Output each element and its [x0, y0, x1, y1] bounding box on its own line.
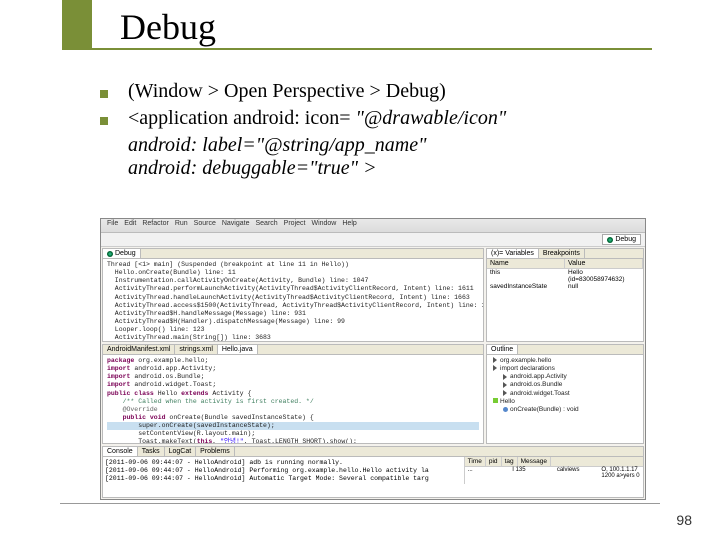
editor-tab[interactable]: Hello.java [218, 345, 258, 354]
editor-panel: AndroidManifest.xmlstrings.xmlHello.java… [102, 344, 484, 444]
outline-item[interactable]: android.os.Bundle [491, 381, 639, 389]
bug-icon [107, 251, 113, 257]
editor-tabs: AndroidManifest.xmlstrings.xmlHello.java [103, 345, 483, 355]
logcat-msg: O, 100.1.1.17 1200 a>yers 0 [598, 467, 643, 479]
outline-tree[interactable]: org.example.helloimport declarationsandr… [487, 355, 643, 443]
outline-panel: Outline org.example.helloimport declarat… [486, 344, 644, 444]
bullet-icon [100, 117, 108, 125]
outline-item[interactable]: android.app.Activity [491, 373, 639, 381]
menu-refactor[interactable]: Refactor [142, 220, 168, 231]
bullet-icon [100, 90, 108, 98]
console-output[interactable]: [2011-09-06 09:44:07 - HelloAndroid] adb… [103, 457, 464, 484]
menu-run[interactable]: Run [175, 220, 188, 231]
editor-tab[interactable]: strings.xml [175, 345, 217, 354]
tab-variables[interactable]: (x)= Variables [487, 249, 539, 258]
bullet-2-prefix: <application android: icon= [128, 107, 356, 129]
outline-item[interactable]: org.example.hello [491, 357, 639, 365]
console-tab[interactable]: LogCat [165, 447, 197, 456]
bug-icon [607, 237, 613, 243]
variable-row[interactable]: thisHello (id=830058974632) [487, 269, 643, 283]
console-tab[interactable]: Console [103, 447, 138, 456]
menu-file[interactable]: File [107, 220, 118, 231]
bullet-2-italic: "@drawable/icon" [356, 107, 507, 129]
menu-help[interactable]: Help [342, 220, 356, 231]
logcat-tag: calviews [554, 467, 599, 479]
title-underline [92, 48, 652, 50]
outline-item[interactable]: import declarations [491, 365, 639, 373]
console-body: [2011-09-06 09:44:07 - HelloAndroid] adb… [103, 457, 643, 484]
logcat-table[interactable]: TimepidtagMessage ... I 135 calviews O, … [464, 457, 643, 484]
footer-rule [60, 503, 660, 504]
tab-debug-label: Debug [115, 250, 136, 257]
bullet-list: (Window > Open Perspective > Debug) <app… [100, 80, 660, 180]
bullet-2: <application android: icon= "@drawable/i… [128, 107, 506, 130]
logcat-col: tag [502, 457, 518, 466]
outline-item[interactable]: android.widget.Toast [491, 390, 639, 398]
debug-stack[interactable]: Thread [<1> main] (Suspended (breakpoint… [103, 259, 483, 341]
menu-edit[interactable]: Edit [124, 220, 136, 231]
console-tabs: ConsoleTasksLogCatProblems [103, 447, 643, 457]
ide-toolbar: Debug [101, 233, 645, 247]
logcat-pid: I 135 [509, 467, 554, 479]
console-tab[interactable]: Tasks [138, 447, 165, 456]
logcat-col: pid [486, 457, 502, 466]
bullet-2-line2: android: label="@string/app_name" [128, 134, 660, 157]
ide-menu-bar: File Edit Refactor Run Source Navigate Search P… [101, 219, 645, 233]
outline-item[interactable]: Hello [491, 398, 639, 406]
logcat-header: TimepidtagMessage [465, 457, 643, 467]
perspective-label: Debug [615, 236, 636, 243]
outline-item[interactable]: onCreate(Bundle) : void [491, 406, 639, 414]
menu-navigate[interactable]: Navigate [222, 220, 250, 231]
menu-project[interactable]: Project [284, 220, 306, 231]
slide-title: Debug [120, 6, 216, 48]
variables-rows[interactable]: thisHello (id=830058974632)savedInstance… [487, 269, 643, 290]
page-number: 98 [676, 512, 692, 528]
eclipse-ide-screenshot: File Edit Refactor Run Source Navigate Search P… [100, 218, 646, 500]
menu-window[interactable]: Window [311, 220, 336, 231]
variables-col-name: Name [487, 259, 565, 268]
console-panel: ConsoleTasksLogCatProblems [2011-09-06 0… [102, 446, 644, 498]
debug-view-panel: Debug Thread [<1> main] (Suspended (brea… [102, 248, 484, 342]
code-editor[interactable]: package org.example.hello;import android… [103, 355, 483, 443]
tab-outline[interactable]: Outline [487, 345, 518, 354]
variables-col-value: Value [565, 259, 643, 268]
menu-search[interactable]: Search [255, 220, 277, 231]
logcat-col: Message [518, 457, 551, 466]
editor-tab[interactable]: AndroidManifest.xml [103, 345, 175, 354]
variables-header: Name Value [487, 259, 643, 269]
accent-bar [62, 0, 92, 50]
console-tab[interactable]: Problems [196, 447, 235, 456]
menu-source[interactable]: Source [194, 220, 216, 231]
tab-debug[interactable]: Debug [103, 249, 141, 258]
logcat-time: ... [465, 467, 510, 479]
bullet-2-line3: android: debuggable="true" > [128, 157, 660, 180]
logcat-col: Time [465, 457, 486, 466]
bullet-1: (Window > Open Perspective > Debug) [128, 80, 446, 103]
tab-breakpoints[interactable]: Breakpoints [539, 249, 585, 258]
perspective-button-debug[interactable]: Debug [602, 234, 641, 245]
variable-row[interactable]: savedInstanceStatenull [487, 283, 643, 290]
variables-panel: (x)= Variables Breakpoints Name Value th… [486, 248, 644, 342]
